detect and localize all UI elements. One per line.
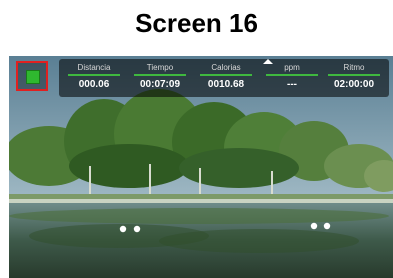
metric-value: 0010.68 xyxy=(207,79,245,90)
metric-value: --- xyxy=(287,79,297,90)
metrics-bar: Distancia 000.06 Tiempo 00:07:09 Caloria… xyxy=(59,59,389,97)
metric-underline xyxy=(68,74,120,76)
metric-calories: Calorias 0010.68 xyxy=(196,59,256,97)
metric-pace: Ritmo 02:00:00 xyxy=(324,59,384,97)
metric-label: Tiempo xyxy=(146,63,174,72)
treadmill-screen: Distancia 000.06 Tiempo 00:07:09 Caloria… xyxy=(9,56,393,278)
metric-label: Distancia xyxy=(77,63,111,72)
metric-time: Tiempo 00:07:09 xyxy=(130,59,190,97)
metric-label: Ritmo xyxy=(343,63,365,72)
menu-button[interactable] xyxy=(16,61,48,91)
screen-title: Screen 16 xyxy=(135,8,258,38)
menu-square-icon xyxy=(26,70,40,84)
metric-label: ppm xyxy=(284,63,300,72)
metric-underline xyxy=(134,74,186,76)
metric-value: 02:00:00 xyxy=(333,79,375,90)
metric-ppm: ppm --- xyxy=(262,59,322,97)
metric-distance: Distancia 000.06 xyxy=(64,59,124,97)
metric-underline xyxy=(200,74,252,76)
metric-underline xyxy=(328,74,380,76)
metric-label: Calorias xyxy=(211,63,241,72)
metric-underline xyxy=(266,74,318,76)
metric-value: 000.06 xyxy=(78,79,110,90)
metric-value: 00:07:09 xyxy=(139,79,181,90)
